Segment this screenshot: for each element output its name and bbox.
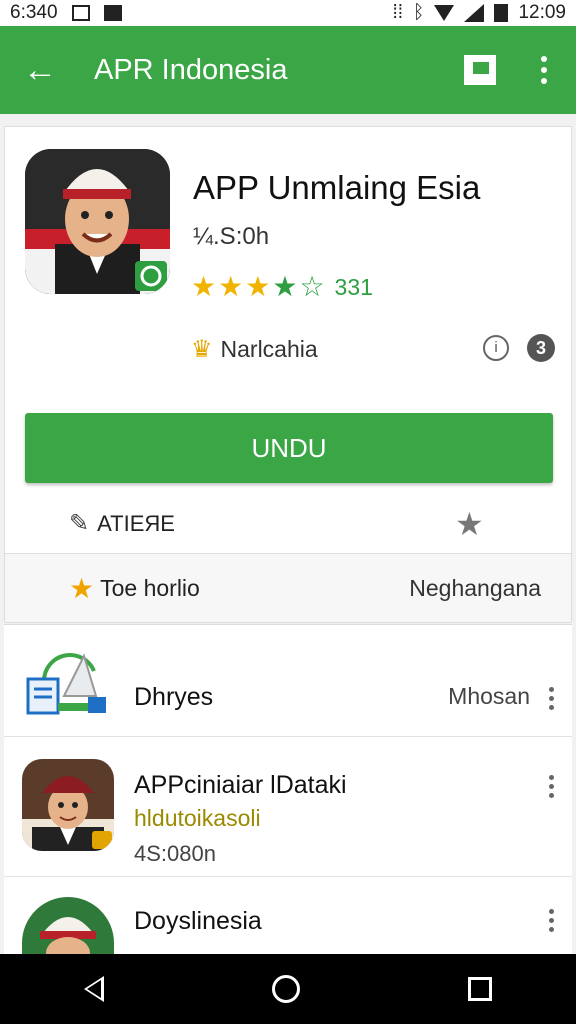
notification-icon — [71, 5, 90, 21]
star-icon: ★ — [191, 271, 217, 302]
info-row-label: Toe horlio — [100, 574, 200, 601]
list-item-title: Dhryes — [134, 683, 214, 711]
overflow-menu-button[interactable] — [512, 26, 576, 114]
signal-icon — [464, 4, 485, 22]
rating-count: 331 — [334, 273, 373, 300]
nav-back-icon[interactable] — [84, 976, 104, 1002]
nav-home-icon[interactable] — [272, 975, 300, 1003]
app-bar-title: APR Indonesia — [94, 53, 288, 86]
wifi-icon — [434, 5, 455, 21]
list-item-right: Mhosan — [448, 683, 530, 709]
share-button[interactable]: ✎ ATIEЯE — [69, 509, 175, 538]
install-button[interactable]: UNDU — [25, 413, 553, 483]
app-thumbnail — [22, 759, 114, 851]
status-bar: 6:340 ⁞⁞ ᛒ 12:09 — [0, 0, 576, 26]
app-thumbnail — [22, 897, 114, 957]
share-label: ATIEЯE — [97, 510, 175, 536]
more-vert-icon[interactable] — [549, 909, 554, 932]
rating: ★ ★ ★ ★ ☆ 331 — [191, 273, 373, 301]
list-item[interactable]: Doyslinesia — [4, 877, 572, 957]
document-illustration-icon — [24, 641, 110, 721]
status-time-left: 6:340 — [10, 2, 58, 23]
app-bar: ← APR Indonesia — [0, 26, 576, 114]
info-row-value: Neghangana — [409, 574, 541, 601]
developer[interactable]: ♛ Narlcahia — [191, 335, 318, 364]
app-icon — [25, 149, 170, 294]
app-header: APP Unmlaing Esia ¼.S:0h ★ ★ ★ ★ ☆ 331 ♛… — [5, 127, 571, 407]
nav-recents-icon[interactable] — [468, 977, 492, 1001]
list-item-subtitle: hldutoikasoli — [134, 805, 261, 831]
star-outline-icon: ☆ — [299, 271, 325, 302]
vibrate-icon: ⁞⁞ — [392, 2, 404, 23]
list-item[interactable]: APPciniaiar lDataki hldutoikasoli 4S:080… — [4, 737, 572, 877]
list-item-title: Doyslinesia — [134, 907, 262, 935]
system-nav-bar — [0, 954, 576, 1024]
more-vert-icon[interactable] — [549, 775, 554, 798]
app-detail-card: APP Unmlaing Esia ¼.S:0h ★ ★ ★ ★ ☆ 331 ♛… — [4, 126, 572, 623]
list-item-title: APPciniaiar lDataki — [134, 771, 347, 799]
star-icon[interactable]: ★ — [455, 505, 484, 543]
rank-icon: ★ — [69, 572, 95, 604]
info-icon[interactable]: i — [483, 335, 509, 361]
more-vert-icon[interactable] — [549, 687, 554, 710]
image-icon — [103, 5, 122, 21]
more-vert-icon — [541, 56, 547, 84]
app-name: APP Unmlaing Esia — [193, 169, 481, 206]
star-icon: ★ — [245, 271, 271, 302]
crown-icon: ♛ — [191, 336, 213, 363]
app-size: ¼.S:0h — [193, 223, 270, 250]
info-row[interactable]: ★ Toe horlio Neghangana — [5, 553, 571, 623]
flag-icon — [464, 55, 496, 85]
star-icon: ★ — [218, 271, 244, 302]
developer-name: Narlcahia — [220, 336, 318, 362]
list-item-meta: 4S:080n — [134, 841, 216, 866]
list-item[interactable]: Dhryes Mhosan — [4, 625, 572, 737]
count-badge: 3 — [527, 334, 555, 362]
bluetooth-icon: ᛒ — [413, 2, 425, 23]
edit-icon: ✎ — [69, 510, 90, 537]
back-arrow-icon[interactable]: ← — [0, 26, 80, 114]
battery-icon — [494, 4, 509, 22]
flag-button[interactable] — [448, 26, 512, 114]
related-list: Dhryes Mhosan APPciniaiar lDataki hlduto… — [4, 624, 572, 957]
star-icon: ★ — [272, 271, 298, 302]
status-time-right: 12:09 — [518, 2, 566, 23]
